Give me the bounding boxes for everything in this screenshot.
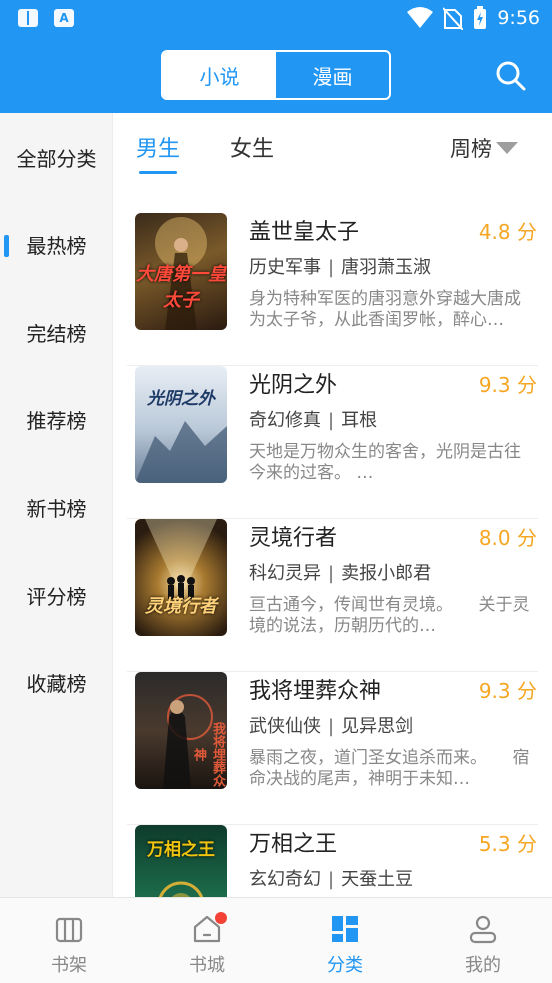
nav-label: 我的: [465, 955, 501, 976]
book-description: 身为特种军医的唐羽意外穿越大唐成为太子爷，从此香闺罗帐，醉心…: [249, 289, 521, 330]
sidebar-item-new-books[interactable]: 新书榜: [0, 487, 113, 527]
tab-male[interactable]: 男生: [136, 131, 180, 163]
book-meta: 科幻灵异 | 卖报小郎君: [249, 563, 432, 584]
book-title: 光阴之外: [249, 373, 338, 398]
book-item[interactable]: 光阴之外 光阴之外 9.3 分 奇幻修真 | 耳根 天地是万物众生的客舍，光阴是古往…: [113, 366, 552, 519]
book-item[interactable]: 万相之王 万相之王 5.3 分 玄幻奇幻 | 天蚕土豆: [113, 825, 552, 897]
status-bar: A 9:56: [0, 0, 552, 38]
book-cover: 光阴之外: [135, 366, 227, 483]
no-sim-icon: [443, 7, 464, 30]
nav-profile[interactable]: 我的: [414, 898, 552, 983]
sidebar-item-all-categories[interactable]: 全部分类: [0, 137, 113, 177]
book-cover: 我将埋葬众神: [135, 672, 227, 789]
caret-down-icon: [496, 142, 518, 154]
book-score: 9.3 分: [478, 373, 537, 397]
book-item[interactable]: 灵境行者 灵境行者 8.0 分 科幻灵异 | 卖报小郎君 亘古通今，传闻世有灵境。 …: [113, 519, 552, 672]
book-category: 科幻灵异: [249, 563, 321, 584]
book-category: 玄幻奇幻: [249, 869, 321, 890]
bottom-nav: 书架 书城 分类 我的: [0, 897, 552, 983]
book-list-panel: 男生 女生 周榜 大唐第一皇太子 盖世皇太子 4.8 分 历史军事 | 唐羽萧玉淑 …: [113, 113, 552, 897]
nav-bookstore[interactable]: 书城: [138, 898, 276, 983]
book-meta: 奇幻修真 | 耳根: [249, 410, 378, 431]
book-title: 盖世皇太子: [249, 220, 360, 245]
book-item[interactable]: 我将埋葬众神 我将埋葬众神 9.3 分 武侠仙侠 | 见异思剑 暴雨之夜，道门圣女追…: [113, 672, 552, 825]
ranking-sidebar: 全部分类 最热榜 完结榜 推荐榜 新书榜 评分榜 收藏榜: [0, 113, 113, 897]
book-title: 万相之王: [249, 832, 338, 857]
category-icon: [332, 916, 358, 942]
book-score: 5.3 分: [478, 832, 537, 856]
battery-charging-icon: [474, 6, 487, 29]
tab-comic[interactable]: 漫画: [276, 52, 389, 98]
cover-title: 灵境行者: [145, 596, 217, 617]
sidebar-item-recommended[interactable]: 推荐榜: [0, 399, 113, 439]
book-score: 4.8 分: [478, 220, 537, 244]
book-description: 亘古通今，传闻世有灵境。 关于灵境的说法，历朝历代的…: [249, 595, 530, 636]
status-time: 9:56: [497, 7, 540, 29]
cover-title: 我将埋葬众神: [191, 722, 225, 787]
nav-category[interactable]: 分类: [276, 898, 414, 983]
book-meta: 武侠仙侠 | 见异思剑: [249, 716, 414, 737]
nav-label: 分类: [327, 955, 363, 976]
search-icon[interactable]: [495, 60, 527, 92]
book-cover: 万相之王: [135, 825, 227, 897]
period-dropdown[interactable]: 周榜: [450, 133, 518, 163]
sidebar-item-hottest[interactable]: 最热榜: [0, 224, 113, 264]
notification-badge: [215, 912, 227, 924]
nav-bookshelf[interactable]: 书架: [0, 898, 138, 983]
book-author: 天蚕土豆: [341, 869, 414, 890]
book-author: 卖报小郎君: [341, 563, 432, 584]
book-author: 见异思剑: [341, 716, 414, 737]
book-author: 唐羽萧玉淑: [341, 257, 432, 278]
book-title: 灵境行者: [249, 526, 338, 551]
sidebar-item-completed[interactable]: 完结榜: [0, 312, 113, 352]
book-score: 8.0 分: [478, 526, 537, 550]
period-label: 周榜: [450, 137, 492, 161]
profile-icon: [469, 915, 497, 944]
tab-female[interactable]: 女生: [230, 131, 274, 163]
book-meta: 历史军事 | 唐羽萧玉淑: [249, 257, 432, 278]
book-category: 武侠仙侠: [249, 716, 321, 737]
book-description: 暴雨之夜，道门圣女追杀而来。 宿命决战的尾声，神明于未知…: [249, 748, 530, 789]
wifi-icon: [407, 7, 434, 28]
book-author: 耳根: [341, 410, 378, 431]
book-app-icon: [18, 9, 38, 27]
content-type-switch: 小说 漫画: [161, 50, 391, 100]
nav-label: 书城: [189, 955, 225, 976]
cover-title: 光阴之外: [147, 389, 215, 409]
tab-active-indicator: [139, 171, 177, 174]
book-category: 历史军事: [249, 257, 321, 278]
app-a-icon: A: [54, 9, 74, 27]
book-item[interactable]: 大唐第一皇太子 盖世皇太子 4.8 分 历史军事 | 唐羽萧玉淑 身为特种军医的唐羽…: [113, 213, 552, 366]
book-category: 奇幻修真: [249, 410, 321, 431]
sidebar-item-rating[interactable]: 评分榜: [0, 575, 113, 615]
sidebar-item-favorites[interactable]: 收藏榜: [0, 662, 113, 702]
nav-label: 书架: [51, 955, 87, 976]
book-cover: 大唐第一皇太子: [135, 213, 227, 330]
app-header: A 9:56 小说 漫画: [0, 0, 552, 113]
tab-novel[interactable]: 小说: [163, 52, 276, 98]
book-description: 天地是万物众生的客舍，光阴是古往今来的过客。 …: [249, 442, 521, 483]
bookshelf-icon: [55, 917, 83, 943]
book-meta: 玄幻奇幻 | 天蚕土豆: [249, 869, 414, 890]
book-score: 9.3 分: [478, 679, 537, 703]
cover-title: 大唐第一皇太子: [136, 264, 226, 311]
book-cover: 灵境行者: [135, 519, 227, 636]
book-title: 我将埋葬众神: [249, 679, 382, 704]
